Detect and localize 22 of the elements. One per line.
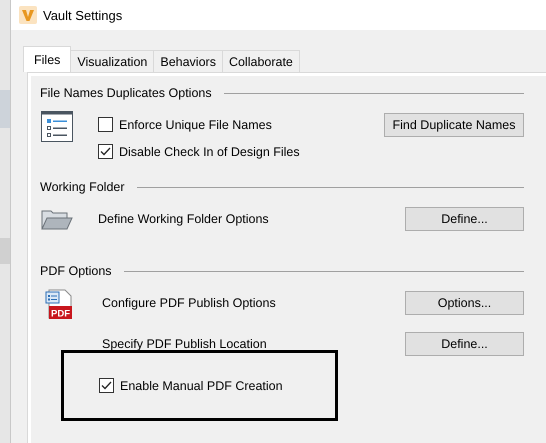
- checkbox[interactable]: [98, 144, 113, 159]
- section-heading: File Names Duplicates Options: [40, 86, 212, 100]
- action-button[interactable]: Define...: [405, 332, 524, 356]
- action-button[interactable]: Define...: [405, 206, 524, 230]
- section-heading: Working Folder: [40, 180, 125, 194]
- checkbox[interactable]: [98, 117, 113, 132]
- tab[interactable]: Files: [23, 46, 72, 72]
- list-window-icon: [41, 111, 73, 142]
- checkbox-label[interactable]: Enable Manual PDF Creation: [120, 378, 283, 392]
- checkbox-label[interactable]: Disable Check In of Design Files: [119, 144, 524, 158]
- tab[interactable]: Collaborate: [222, 50, 300, 72]
- checkbox[interactable]: [99, 378, 114, 393]
- window-title: Vault Settings: [43, 8, 122, 22]
- folder-icon: [41, 209, 73, 231]
- option-label: Configure PDF Publish Options: [102, 296, 277, 310]
- option-label: Specify PDF Publish Location: [102, 336, 268, 350]
- checkbox-label[interactable]: Enforce Unique File Names: [119, 118, 384, 132]
- action-button[interactable]: Find Duplicate Names: [384, 112, 524, 136]
- app-logo-icon: [19, 6, 37, 24]
- option-label: Define Working Folder Options: [98, 212, 270, 226]
- section-heading: PDF Options: [40, 264, 112, 278]
- action-button[interactable]: Options...: [405, 290, 524, 314]
